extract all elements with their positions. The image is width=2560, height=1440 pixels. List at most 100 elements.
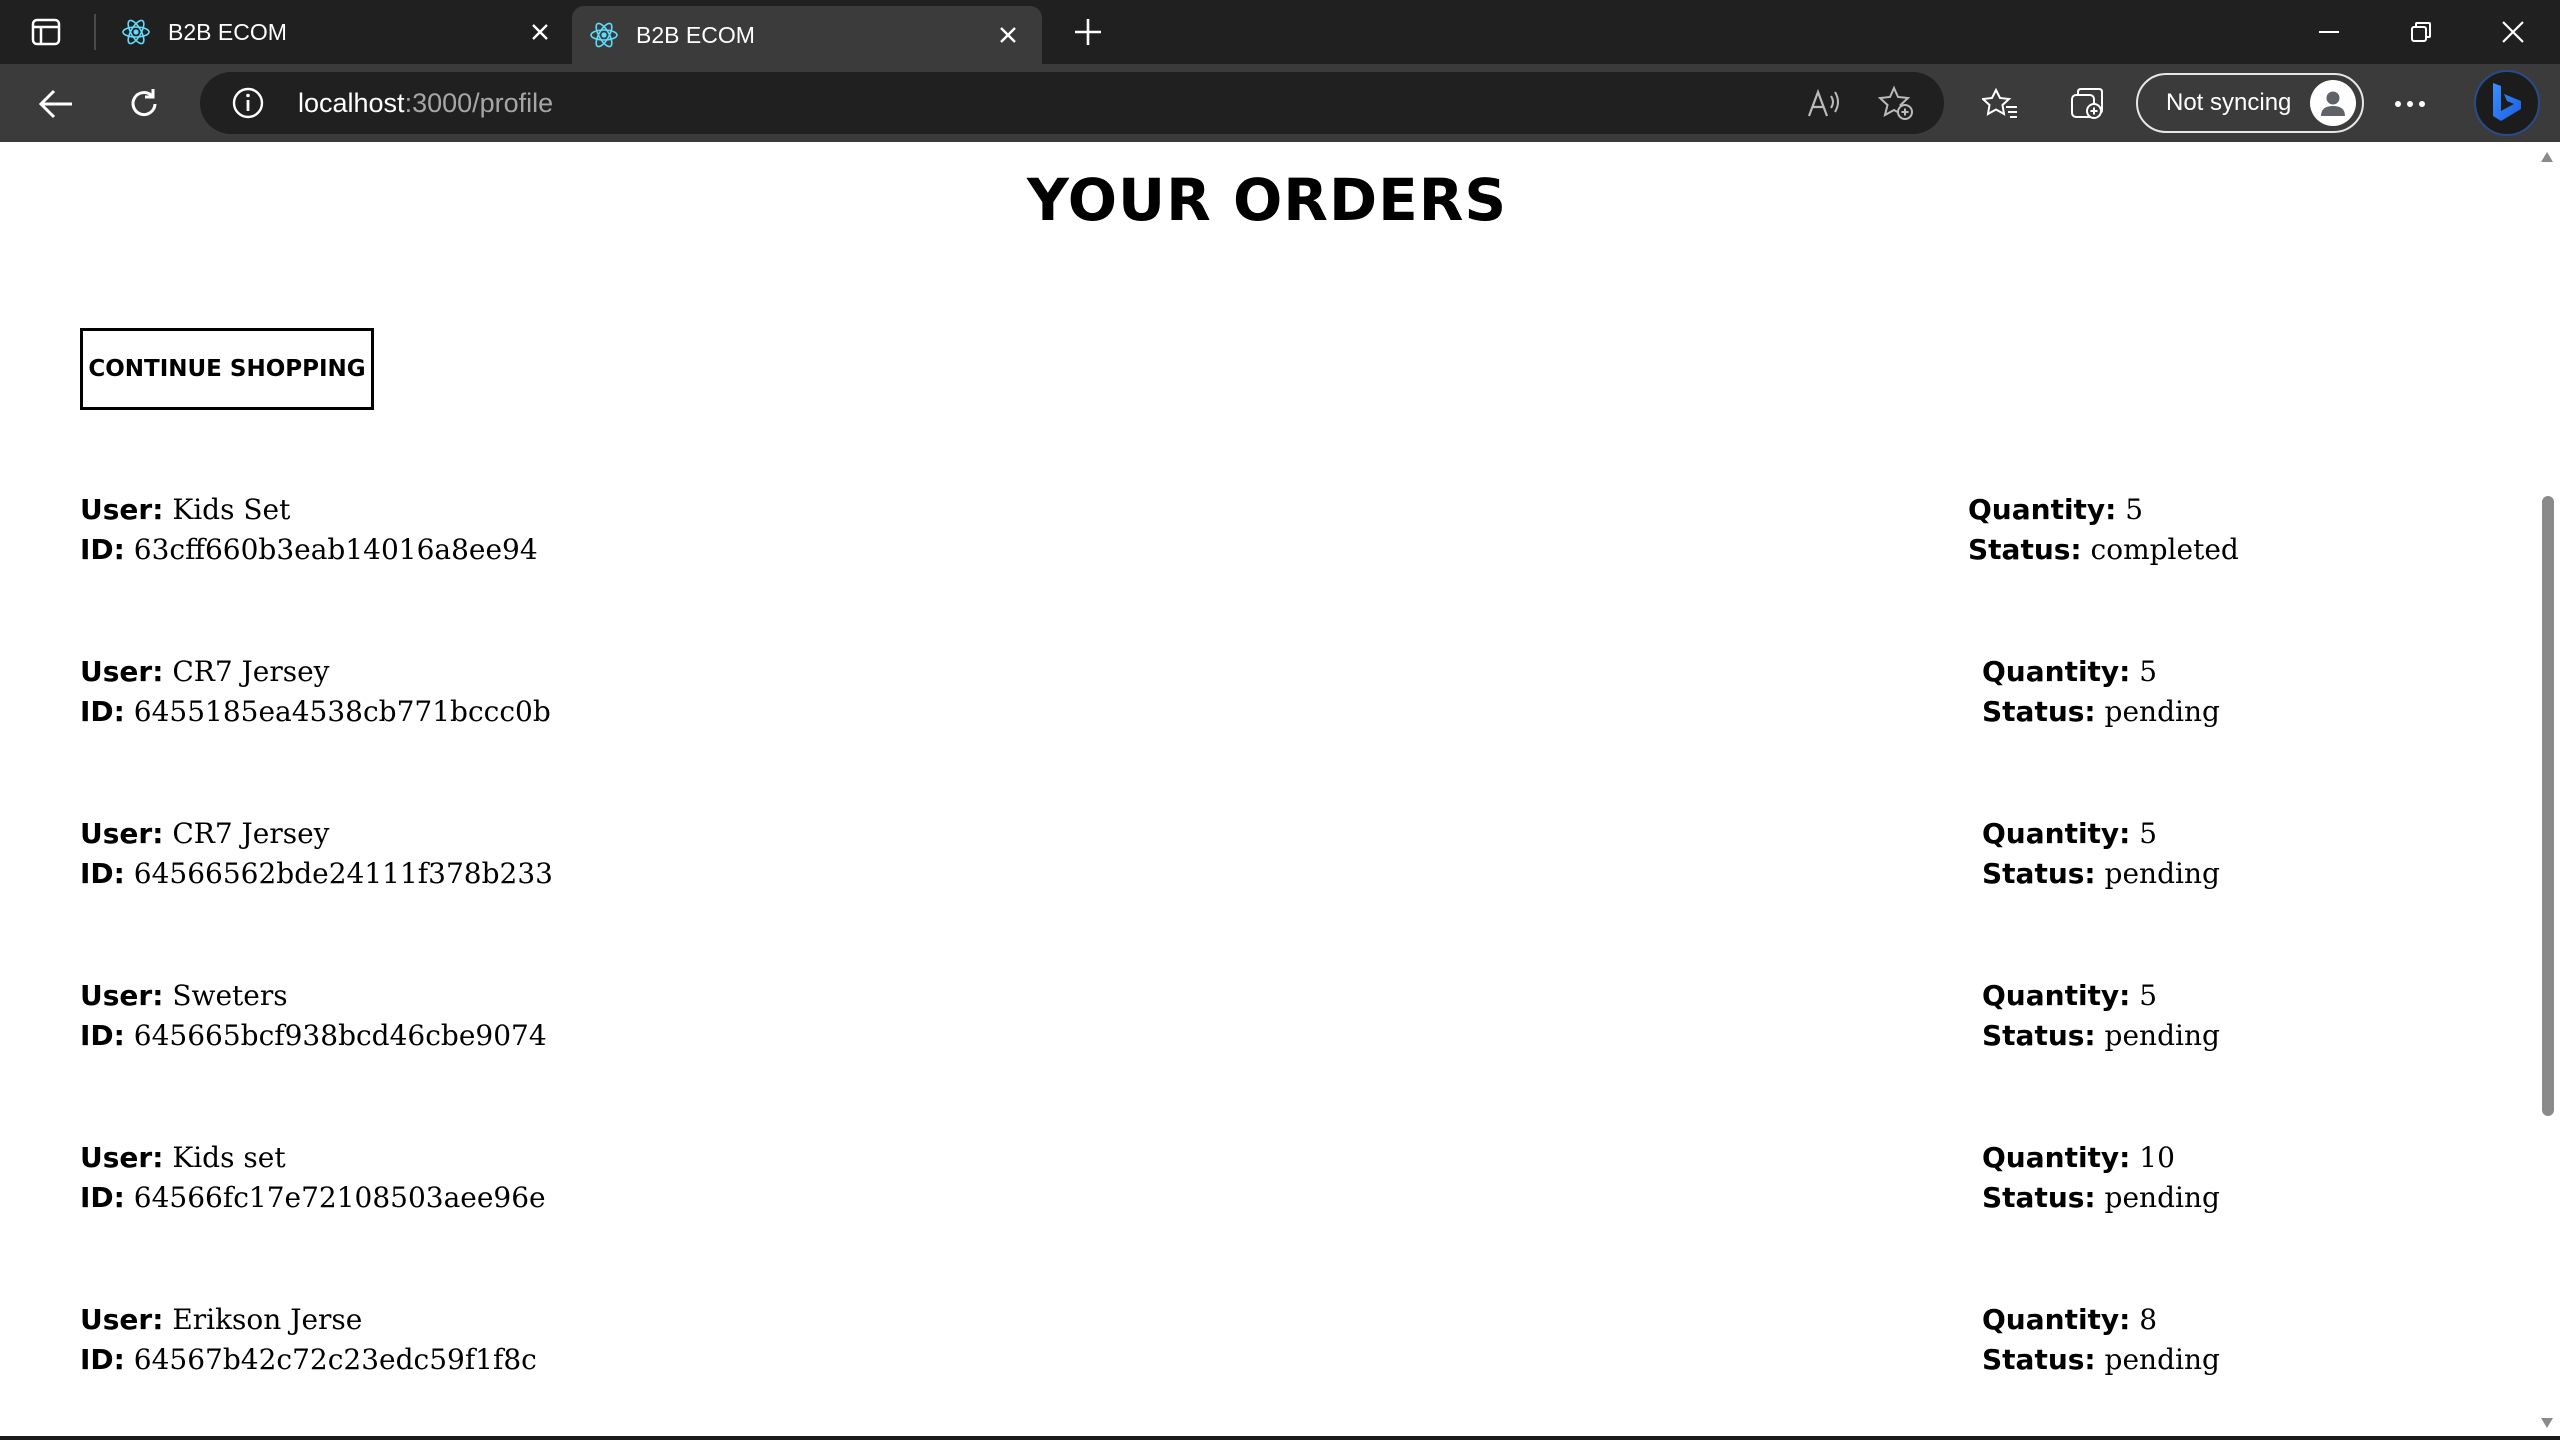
- order-quantity: Quantity: 8: [1982, 1300, 2157, 1340]
- page-viewport: YOUR ORDERS CONTINUE SHOPPING User: Kids…: [0, 142, 2534, 1438]
- order-quantity: Quantity: 10: [1982, 1138, 2175, 1178]
- back-arrow-icon[interactable]: [32, 80, 80, 128]
- tab-b2b-ecom-1[interactable]: B2B ECOM: [104, 0, 574, 64]
- browser-titlebar: B2B ECOM B2B ECOM: [0, 0, 2560, 64]
- continue-shopping-button[interactable]: CONTINUE SHOPPING: [80, 328, 374, 410]
- order-status: Status: pending: [1982, 692, 2220, 732]
- collections-icon[interactable]: [2064, 80, 2112, 128]
- tab-title: B2B ECOM: [168, 18, 287, 45]
- sync-label: Not syncing: [2166, 89, 2292, 116]
- order-status: Status: pending: [1982, 1340, 2220, 1380]
- user-value: Sweters: [172, 979, 288, 1012]
- minimize-icon[interactable]: [2288, 0, 2370, 64]
- status-value: pending: [2104, 857, 2220, 890]
- status-value: pending: [2104, 1019, 2220, 1052]
- id-value: 64566fc17e72108503aee96e: [133, 1181, 546, 1214]
- user-label: User:: [80, 1303, 164, 1336]
- restore-icon[interactable]: [2380, 0, 2462, 64]
- add-favorite-icon[interactable]: [1878, 85, 1914, 121]
- quantity-value: 5: [2139, 979, 2158, 1012]
- order-id: ID: 64566fc17e72108503aee96e: [80, 1178, 546, 1218]
- order-status: Status: pending: [1982, 854, 2220, 894]
- read-aloud-icon[interactable]: [1806, 85, 1842, 121]
- id-label: ID:: [80, 1181, 125, 1214]
- user-label: User:: [80, 1141, 164, 1174]
- quantity-value: 5: [2139, 655, 2158, 688]
- status-label: Status:: [1968, 533, 2082, 566]
- tab-separator: [94, 14, 96, 50]
- quantity-label: Quantity:: [1982, 1303, 2131, 1336]
- order-id: ID: 64567b42c72c23edc59f1f8c: [80, 1340, 537, 1380]
- order-quantity: Quantity: 5: [1982, 976, 2157, 1016]
- scroll-down-arrow-icon[interactable]: [2540, 1416, 2554, 1430]
- address-bar[interactable]: localhost:3000/profile: [200, 72, 1944, 134]
- order-row: User: Kids Set ID: 63cff660b3eab14016a8e…: [80, 490, 2280, 574]
- status-value: pending: [2104, 1343, 2220, 1376]
- quantity-label: Quantity:: [1982, 655, 2131, 688]
- quantity-label: Quantity:: [1982, 817, 2131, 850]
- react-icon: [118, 14, 154, 50]
- status-value: pending: [2104, 1181, 2220, 1214]
- close-icon[interactable]: [988, 15, 1028, 55]
- user-value: CR7 Jersey: [172, 655, 330, 688]
- order-user: User: CR7 Jersey: [80, 652, 329, 692]
- bing-icon[interactable]: [2474, 70, 2540, 136]
- more-icon[interactable]: [2386, 80, 2434, 128]
- close-icon[interactable]: [520, 12, 560, 52]
- id-value: 6455185ea4538cb771bccc0b: [133, 695, 551, 728]
- status-label: Status:: [1982, 1343, 2096, 1376]
- user-value: Kids Set: [172, 493, 291, 526]
- id-label: ID:: [80, 1019, 125, 1052]
- order-status: Status: pending: [1982, 1016, 2220, 1056]
- order-id: ID: 63cff660b3eab14016a8ee94: [80, 530, 538, 570]
- order-id: ID: 6455185ea4538cb771bccc0b: [80, 692, 551, 732]
- url-host: localhost: [298, 88, 405, 118]
- user-value: Erikson Jerse: [172, 1303, 363, 1336]
- user-value: Kids set: [172, 1141, 286, 1174]
- order-user: User: Kids Set: [80, 490, 290, 530]
- order-row: User: CR7 Jersey ID: 64566562bde24111f37…: [80, 814, 2280, 898]
- order-user: User: Erikson Jerse: [80, 1300, 362, 1340]
- order-id: ID: 645665bcf938bcd46cbe9074: [80, 1016, 547, 1056]
- plus-icon[interactable]: [1066, 10, 1110, 54]
- status-value: pending: [2104, 695, 2220, 728]
- order-user: User: Sweters: [80, 976, 288, 1016]
- quantity-value: 8: [2139, 1303, 2158, 1336]
- order-row: User: Kids set ID: 64566fc17e72108503aee…: [80, 1138, 2280, 1222]
- info-icon[interactable]: [230, 85, 266, 121]
- scroll-up-arrow-icon[interactable]: [2540, 150, 2554, 164]
- user-label: User:: [80, 655, 164, 688]
- window-bottom-edge: [0, 1436, 2560, 1440]
- quantity-label: Quantity:: [1982, 1141, 2131, 1174]
- tab-actions-icon[interactable]: [24, 14, 68, 50]
- avatar: [2310, 80, 2356, 126]
- id-label: ID:: [80, 533, 125, 566]
- status-label: Status:: [1982, 857, 2096, 890]
- page-scrollbar[interactable]: [2534, 142, 2560, 1438]
- sync-button[interactable]: Not syncing: [2136, 73, 2364, 133]
- order-quantity: Quantity: 5: [1982, 652, 2157, 692]
- quantity-value: 10: [2139, 1141, 2175, 1174]
- status-value: completed: [2090, 533, 2239, 566]
- id-label: ID:: [80, 1343, 125, 1376]
- scrollbar-thumb[interactable]: [2542, 496, 2554, 1116]
- user-label: User:: [80, 493, 164, 526]
- url-text[interactable]: localhost:3000/profile: [298, 72, 553, 134]
- id-value: 64566562bde24111f378b233: [133, 857, 553, 890]
- url-path: :3000/profile: [404, 88, 554, 118]
- user-label: User:: [80, 817, 164, 850]
- status-label: Status:: [1982, 1019, 2096, 1052]
- order-row: User: Erikson Jerse ID: 64567b42c72c23ed…: [80, 1300, 2280, 1384]
- status-label: Status:: [1982, 695, 2096, 728]
- user-value: CR7 Jersey: [172, 817, 330, 850]
- window-close-icon[interactable]: [2472, 0, 2554, 64]
- browser-toolbar: localhost:3000/profile Not syncing: [0, 64, 2560, 142]
- quantity-label: Quantity:: [1968, 493, 2117, 526]
- id-label: ID:: [80, 857, 125, 890]
- order-row: User: Sweters ID: 645665bcf938bcd46cbe90…: [80, 976, 2280, 1060]
- tab-b2b-ecom-2[interactable]: B2B ECOM: [572, 6, 1042, 64]
- favorites-icon[interactable]: [1976, 80, 2024, 128]
- order-row: User: CR7 Jersey ID: 6455185ea4538cb771b…: [80, 652, 2280, 736]
- order-status: Status: completed: [1968, 530, 2239, 570]
- refresh-icon[interactable]: [120, 80, 168, 128]
